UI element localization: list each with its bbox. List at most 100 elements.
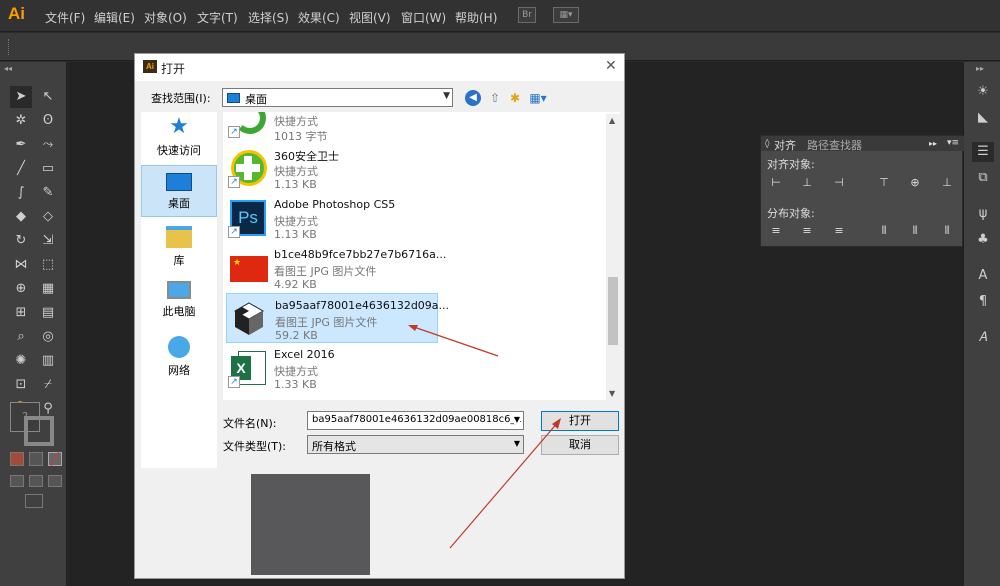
file-item[interactable]: ↗ 360安全卫士 快捷方式 1.13 KB [226, 143, 438, 193]
draw-behind-icon[interactable] [29, 475, 43, 487]
expand-dock-icon[interactable]: ▸▸ [976, 64, 984, 73]
perspective-grid-tool-icon[interactable]: ▦ [37, 278, 59, 300]
shape-builder-tool-icon[interactable]: ⊕ [10, 278, 32, 300]
selection-tool-icon[interactable]: ➤ [10, 86, 32, 108]
rotate-tool-icon[interactable]: ↻ [10, 230, 32, 252]
gradient-panel-icon[interactable]: ◣ [972, 108, 994, 128]
column-graph-tool-icon[interactable]: ▥ [37, 350, 59, 372]
transform-panel-icon[interactable]: ⧉ [972, 168, 994, 188]
brushes-panel-icon[interactable]: ψ [972, 204, 994, 224]
artboard-tool-icon[interactable]: ⊡ [10, 374, 32, 396]
paragraph-styles-icon[interactable]: ¶ [972, 292, 994, 312]
align-right-icon[interactable]: ⊣ [832, 176, 846, 190]
menu-object[interactable]: 对象(O) [144, 9, 187, 26]
file-type-select[interactable]: 所有格式 ▼ [307, 435, 524, 454]
distribute-vcenter-icon[interactable]: ≡ [800, 224, 814, 238]
back-icon[interactable]: ◀ [465, 90, 481, 106]
panel-toggle-icon[interactable]: ◊ [765, 139, 769, 149]
view-menu-icon[interactable]: ▦▾ [527, 90, 549, 106]
mesh-tool-icon[interactable]: ⊞ [10, 302, 32, 324]
draw-normal-icon[interactable] [10, 475, 24, 487]
direct-selection-tool-icon[interactable]: ↖ [37, 86, 59, 108]
draw-inside-icon[interactable] [48, 475, 62, 487]
menu-file[interactable]: 文件(F) [45, 9, 85, 26]
panel-menu-icon[interactable]: ▾≡ [947, 138, 959, 148]
distribute-hcenter-icon[interactable]: ⫴ [908, 224, 922, 238]
color-mode-icon[interactable] [10, 452, 24, 466]
menu-edit[interactable]: 编辑(E) [94, 9, 135, 26]
file-name-input[interactable]: ba95aaf78001e4636132d09ae00818c6_1109 ▼ [307, 411, 524, 430]
file-item[interactable]: Ps ↗ Adobe Photoshop CS5 快捷方式 1.13 KB [226, 193, 438, 243]
menu-help[interactable]: 帮助(H) [455, 9, 497, 26]
place-this-pc[interactable]: 此电脑 [141, 277, 217, 329]
align-vcenter-icon[interactable]: ⊕ [908, 176, 922, 190]
width-tool-icon[interactable]: ⋈ [10, 254, 32, 276]
color-guide-icon[interactable]: ☀ [972, 82, 994, 102]
symbol-sprayer-tool-icon[interactable]: ✺ [10, 350, 32, 372]
distribute-right-icon[interactable]: ⫴ [940, 224, 954, 238]
curvature-tool-icon[interactable]: ⤳ [37, 134, 59, 156]
file-item[interactable]: ↗ 快捷方式 1013 字节 [226, 112, 438, 143]
chevron-down-icon[interactable]: ▼ [514, 439, 520, 448]
lasso-tool-icon[interactable]: ʘ [37, 110, 59, 132]
pen-tool-icon[interactable]: ✒ [10, 134, 32, 156]
up-folder-icon[interactable]: ⇧ [487, 90, 503, 106]
fill-stroke-swatch[interactable]: ? [10, 402, 58, 450]
file-item[interactable]: X ↗ Excel 2016 快捷方式 1.33 KB [226, 343, 438, 393]
screen-mode-icon[interactable] [25, 494, 43, 508]
distribute-top-icon[interactable]: ≡ [769, 224, 783, 238]
scroll-thumb[interactable] [608, 277, 618, 345]
magic-wand-tool-icon[interactable]: ✲ [10, 110, 32, 132]
slice-tool-icon[interactable]: ⌿ [37, 374, 59, 396]
eraser-tool-icon[interactable]: ◇ [37, 206, 59, 228]
eyedropper-tool-icon[interactable]: ⌕ [10, 326, 32, 348]
tab-align[interactable]: 对齐 [774, 137, 796, 153]
collapse-icon[interactable]: ◂◂ [4, 64, 12, 73]
open-button[interactable]: 打开 [541, 411, 619, 431]
line-tool-icon[interactable]: ╱ [10, 158, 32, 180]
file-item[interactable]: ★ b1ce48b9fce7bb27e7b6716a... 看图王 JPG 图片… [226, 243, 446, 293]
scroll-down-icon[interactable]: ▼ [609, 389, 615, 398]
cancel-button[interactable]: 取消 [541, 435, 619, 455]
file-item-selected[interactable]: ba95aaf78001e4636132d09a... 看图王 JPG 图片文件… [226, 293, 449, 343]
rectangle-tool-icon[interactable]: ▭ [37, 158, 59, 180]
gradient-tool-icon[interactable]: ▤ [37, 302, 59, 324]
menu-type[interactable]: 文字(T) [197, 9, 238, 26]
free-transform-tool-icon[interactable]: ⬚ [37, 254, 59, 276]
blob-brush-tool-icon[interactable]: ◆ [10, 206, 32, 228]
place-library[interactable]: 库 [141, 222, 217, 274]
menu-window[interactable]: 窗口(W) [401, 9, 446, 26]
menu-effect[interactable]: 效果(C) [298, 9, 340, 26]
symbols-panel-icon[interactable]: ♣ [972, 230, 994, 250]
character-panel-icon[interactable]: 𝐴 [972, 328, 994, 348]
align-left-icon[interactable]: ⊢ [769, 176, 783, 190]
character-styles-icon[interactable]: A [972, 266, 994, 286]
none-mode-icon[interactable]: ╱ [48, 452, 62, 466]
menu-select[interactable]: 选择(S) [248, 9, 289, 26]
scroll-up-icon[interactable]: ▲ [609, 116, 615, 125]
stroke-swatch-icon[interactable] [24, 416, 54, 446]
place-quick-access[interactable]: ★ 快速访问 [141, 112, 217, 164]
workspace-layout-icon[interactable]: ▦▾ [553, 7, 579, 23]
look-in-dropdown[interactable]: 桌面 ▼ [222, 88, 453, 107]
blend-tool-icon[interactable]: ◎ [37, 326, 59, 348]
distribute-bottom-icon[interactable]: ≡ [832, 224, 846, 238]
panel-collapse-icon[interactable]: ▸▸ [929, 139, 937, 148]
new-folder-icon[interactable]: ✱ [507, 90, 523, 106]
align-top-icon[interactable]: ⊤ [877, 176, 891, 190]
bridge-button[interactable]: Br [518, 7, 536, 23]
paintbrush-tool-icon[interactable]: ∫ [10, 182, 32, 204]
gradient-mode-icon[interactable] [29, 452, 43, 466]
place-desktop[interactable]: 桌面 [141, 165, 217, 217]
tab-pathfinder[interactable]: 路径查找器 [807, 137, 862, 153]
close-icon[interactable]: ✕ [605, 58, 617, 74]
menu-view[interactable]: 视图(V) [349, 9, 391, 26]
align-hcenter-icon[interactable]: ⊥ [800, 176, 814, 190]
distribute-left-icon[interactable]: ⫴ [877, 224, 891, 238]
file-list-scrollbar[interactable]: ▲ ▼ [606, 114, 620, 400]
pencil-tool-icon[interactable]: ✎ [37, 182, 59, 204]
place-network[interactable]: 网络 [141, 332, 217, 384]
chevron-down-icon[interactable]: ▼ [513, 415, 520, 424]
align-panel-icon[interactable]: ☰ [972, 142, 994, 162]
scale-tool-icon[interactable]: ⇲ [37, 230, 59, 252]
